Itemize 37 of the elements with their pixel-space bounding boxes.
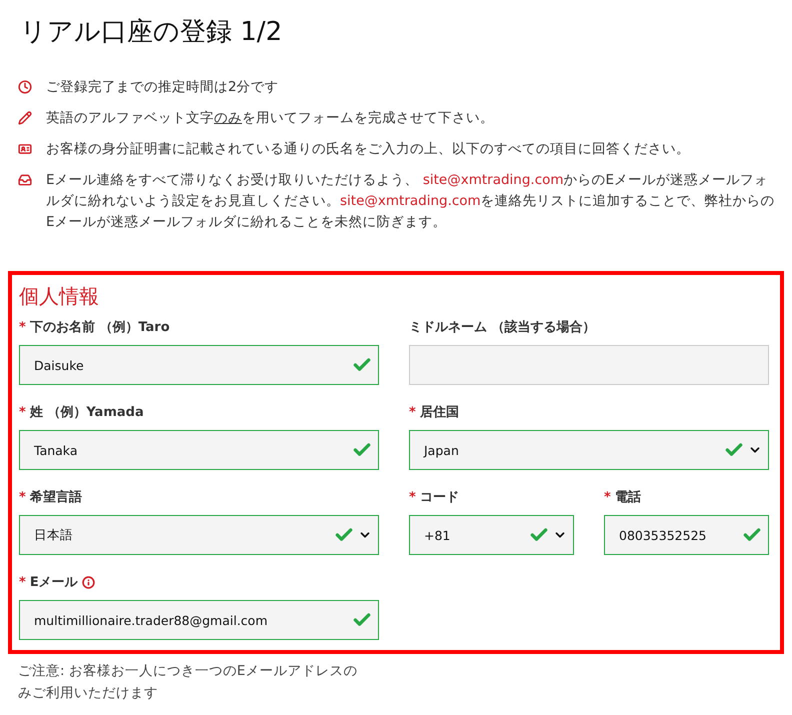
required-asterisk: * xyxy=(409,404,416,420)
required-asterisk: * xyxy=(19,574,26,590)
clock-icon xyxy=(18,80,34,94)
field-label: コード xyxy=(420,489,459,506)
instruction-text: Eメール連絡をすべて滞りなくお受け取りいただけるよう、 site@xmtrading.comからのEメールが迷惑メールフォルダに紛れないよう設定をお見直しください。site@xmtrading.comを連絡先リストに追加することで、弊社からのEメールが迷惑メールフォルダに紛れることを未然に防ぎます。 xyxy=(46,171,776,232)
required-asterisk: * xyxy=(19,320,26,334)
field-label: 電話 xyxy=(614,489,641,506)
select-field[interactable]: Japan xyxy=(409,430,769,470)
email-link[interactable]: site@xmtrading.com xyxy=(340,193,481,209)
instruction-text: ご登録完了までの推定時間は2分です xyxy=(46,78,280,97)
instruction-text: 英語のアルファベット文字のみを用いてフォームを完成させて下さい。 xyxy=(46,109,495,128)
info-icon[interactable] xyxy=(82,576,95,588)
field-label: 居住国 xyxy=(420,404,459,421)
input-field[interactable]: 08035352525 xyxy=(604,515,769,555)
field-label: Eメール xyxy=(30,574,78,591)
footnote-text: ご注意: お客様お一人につき一つのEメールアドレスのみご利用いただけます xyxy=(18,662,358,703)
field-label: ミドルネーム （該当する場合） xyxy=(409,318,596,336)
field-label: 希望言語 xyxy=(30,488,82,506)
inbox-icon xyxy=(18,173,34,187)
select-field[interactable]: 日本語 xyxy=(19,515,379,555)
id-card-icon xyxy=(18,142,34,156)
email-link[interactable]: site@xmtrading.com xyxy=(422,172,564,188)
input-field[interactable] xyxy=(409,345,769,385)
required-asterisk: * xyxy=(19,404,26,420)
pencil-icon xyxy=(18,111,34,125)
field-label: 姓 （例）Yamada xyxy=(30,404,144,421)
required-asterisk: * xyxy=(604,490,611,504)
required-asterisk: * xyxy=(409,490,416,504)
required-asterisk: * xyxy=(19,490,26,504)
input-field[interactable]: Daisuke xyxy=(19,345,379,385)
field-label: 下のお名前 （例）Taro xyxy=(30,319,170,336)
input-field[interactable]: multimillionaire.trader88@gmail.com xyxy=(19,600,379,640)
section-title: 個人情報 xyxy=(19,283,100,310)
page-title: リアル口座の登録 1/2 xyxy=(20,16,284,49)
instruction-text: お客様の身分証明書に記載されている通りの氏名をご入力の上、以下のすべての項目に回答ください。 xyxy=(46,140,691,159)
input-field[interactable]: Tanaka xyxy=(19,430,379,470)
select-field[interactable]: +81 xyxy=(409,515,574,555)
